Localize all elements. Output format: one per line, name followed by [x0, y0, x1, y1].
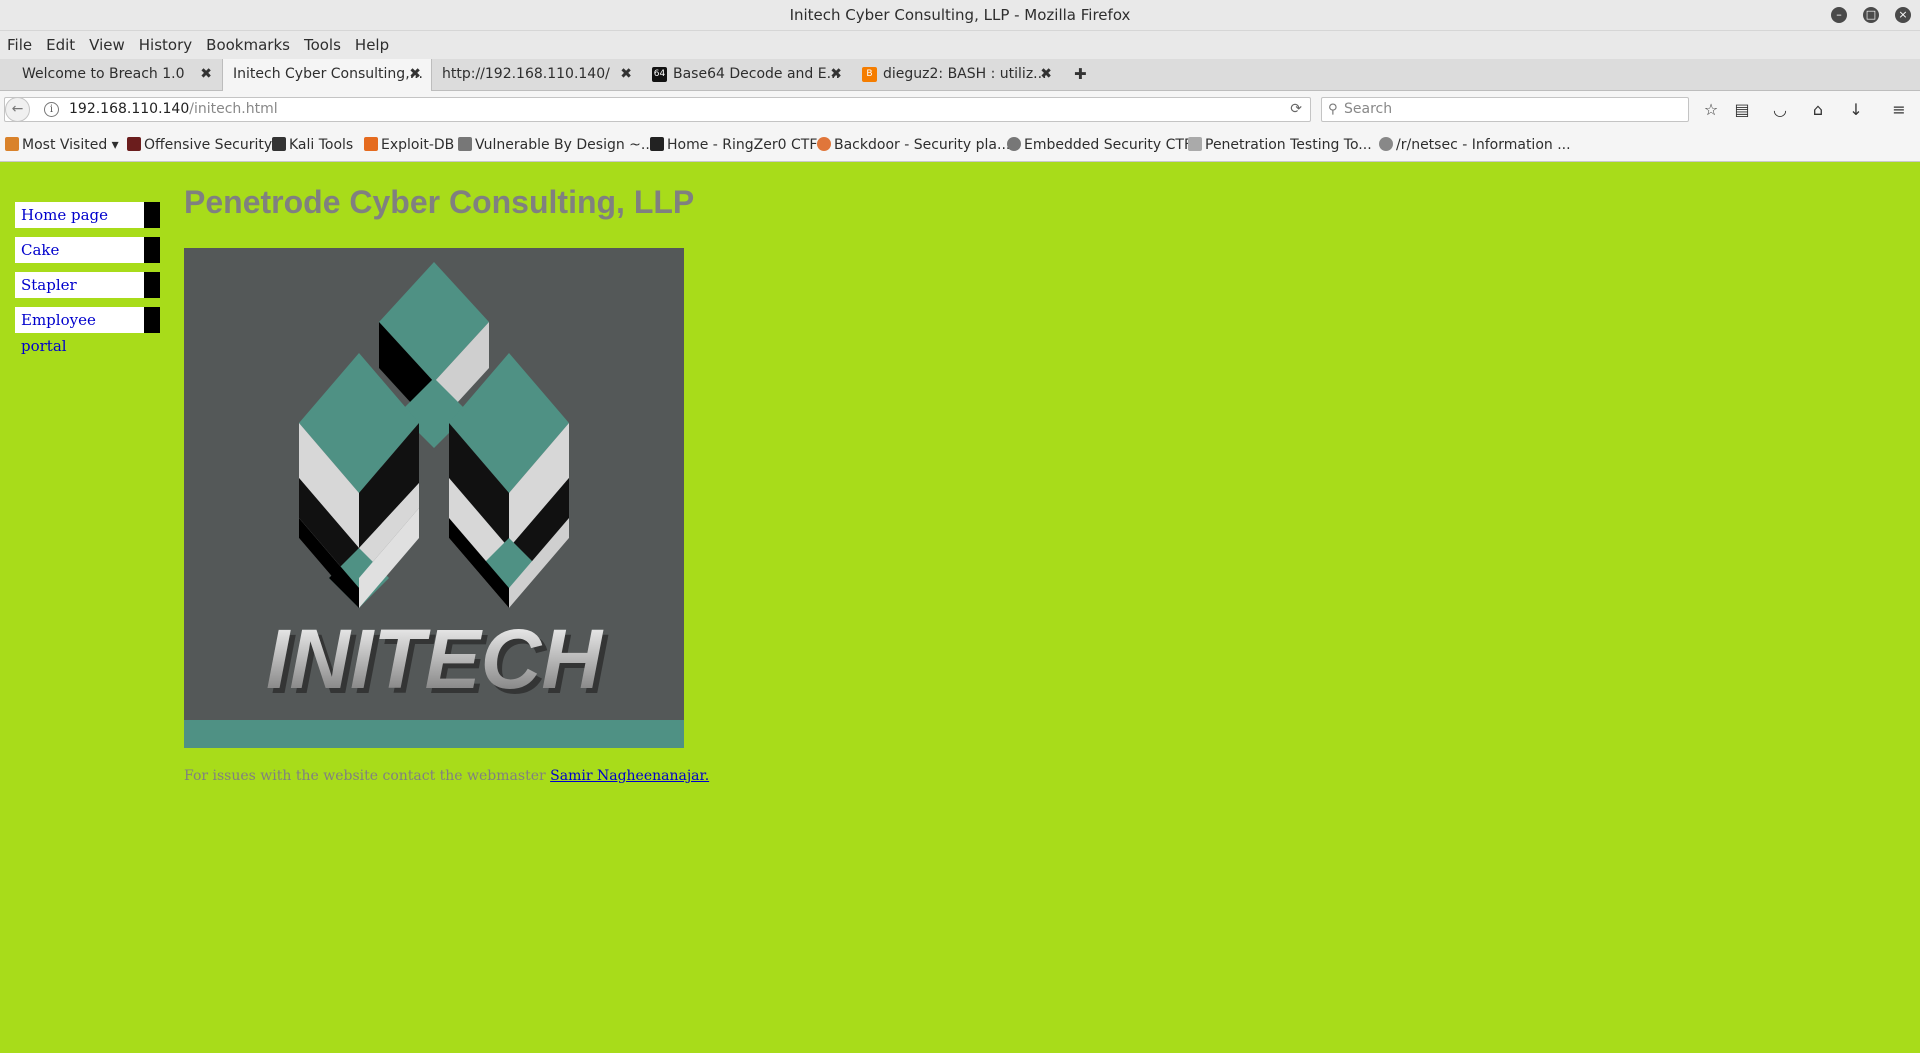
menu-bookmarks[interactable]: Bookmarks	[206, 31, 290, 59]
bookmark-ringzer0[interactable]: Home - RingZer0 CTF	[650, 129, 817, 161]
bookmark-kali-tools[interactable]: Kali Tools	[272, 129, 353, 161]
backdoor-icon	[817, 137, 831, 151]
exploitdb-icon	[364, 137, 378, 151]
close-tab-icon[interactable]: ✖	[200, 59, 212, 90]
url-bar[interactable]: ← i 192.168.110.140/initech.html ⟳	[4, 97, 1311, 122]
navigation-bar: ← i 192.168.110.140/initech.html ⟳ ⚲ Sea…	[0, 91, 1920, 129]
bookmark-star-icon[interactable]: ☆	[1698, 97, 1724, 123]
window-title: Initech Cyber Consulting, LLP - Mozilla …	[789, 6, 1131, 24]
search-input[interactable]: ⚲ Search	[1321, 97, 1689, 122]
url-host: 192.168.110.140	[69, 101, 190, 117]
pocket-icon[interactable]: ◡	[1767, 97, 1793, 123]
menu-file[interactable]: File	[7, 31, 32, 59]
home-icon[interactable]: ⌂	[1805, 97, 1831, 123]
bookmark-label: Penetration Testing To...	[1205, 137, 1372, 153]
bookmarks-toolbar: Most Visited ▾ Offensive Security Kali T…	[0, 129, 1920, 162]
close-tab-icon[interactable]: ✖	[409, 59, 421, 90]
tab-label: dieguz2: BASH : utiliz...	[883, 66, 1047, 82]
tab-label: Initech Cyber Consulting,...	[233, 66, 423, 82]
pentest-icon	[1188, 137, 1202, 151]
logo-text: INITECH	[266, 612, 604, 706]
bookmark-offensive-security[interactable]: Offensive Security	[127, 129, 272, 161]
bookmark-label: Offensive Security	[144, 137, 273, 153]
close-tab-icon[interactable]: ✖	[830, 59, 842, 90]
maximize-icon[interactable]: □	[1863, 7, 1879, 23]
nav-link-cake[interactable]: Cake	[15, 237, 160, 263]
folder-icon	[5, 137, 19, 151]
page-content: Home page Cake Stapler Employee portal P…	[0, 162, 1920, 1053]
info-icon[interactable]: i	[44, 102, 59, 117]
search-placeholder: Search	[1344, 101, 1393, 117]
tab-ip-address[interactable]: http://192.168.110.140/ ✖	[432, 59, 642, 90]
new-tab-icon[interactable]: ✚	[1074, 59, 1087, 90]
hamburger-menu-icon[interactable]: ≡	[1886, 97, 1912, 123]
tab-welcome-breach[interactable]: Welcome to Breach 1.0 ✖	[12, 59, 222, 90]
footer: For issues with the website contact the …	[184, 768, 709, 784]
reading-list-icon[interactable]: ▤	[1729, 97, 1755, 123]
search-icon: ⚲	[1328, 102, 1338, 117]
bookmark-embedded-security[interactable]: Embedded Security CTF	[1007, 129, 1192, 161]
bookmark-reddit-netsec[interactable]: /r/netsec - Information ...	[1379, 129, 1571, 161]
bookmark-most-visited[interactable]: Most Visited ▾	[5, 129, 119, 161]
menu-edit[interactable]: Edit	[46, 31, 75, 59]
url-path: /initech.html	[189, 101, 278, 117]
window-titlebar: Initech Cyber Consulting, LLP - Mozilla …	[0, 0, 1920, 31]
bookmark-backdoor[interactable]: Backdoor - Security pla...	[817, 129, 1010, 161]
menu-bar: File Edit View History Bookmarks Tools Help	[0, 31, 1920, 59]
nav-link-label: Cake	[21, 241, 60, 259]
reload-icon[interactable]: ⟳	[1290, 98, 1302, 121]
webmaster-link[interactable]: Samir Nagheenanajar.	[550, 768, 709, 784]
close-tab-icon[interactable]: ✖	[1040, 59, 1052, 90]
tab-strip: Welcome to Breach 1.0 ✖ Initech Cyber Co…	[0, 59, 1920, 91]
vulnhub-icon	[458, 137, 472, 151]
page-heading: Penetrode Cyber Consulting, LLP	[184, 184, 695, 220]
bookmark-label: Embedded Security CTF	[1024, 137, 1193, 153]
menu-tools[interactable]: Tools	[304, 31, 341, 59]
back-arrow-icon[interactable]: ←	[5, 97, 30, 122]
menu-history[interactable]: History	[139, 31, 192, 59]
offsec-icon	[127, 137, 141, 151]
tab-initech[interactable]: Initech Cyber Consulting,... ✖	[222, 59, 432, 91]
initech-logo: INITECH INITECH	[184, 248, 684, 748]
download-icon[interactable]: ↓	[1843, 97, 1869, 123]
tab-label: http://192.168.110.140/	[442, 66, 610, 82]
nav-link-home-page[interactable]: Home page	[15, 202, 160, 228]
menu-help[interactable]: Help	[355, 31, 389, 59]
tab-base64[interactable]: 64 Base64 Decode and E... ✖	[642, 59, 852, 90]
base64-favicon-icon: 64	[652, 67, 667, 82]
close-tab-icon[interactable]: ✖	[620, 59, 632, 90]
side-navigation: Home page Cake Stapler Employee portal	[15, 202, 160, 355]
bookmark-label: Exploit-DB	[381, 137, 455, 153]
bookmark-exploit-db[interactable]: Exploit-DB	[364, 129, 454, 161]
ringzer0-icon	[650, 137, 664, 151]
bookmark-label: Home - RingZer0 CTF	[667, 137, 818, 153]
tab-dieguz2[interactable]: B dieguz2: BASH : utiliz... ✖	[852, 59, 1062, 90]
nav-link-label: Employee portal	[21, 311, 96, 355]
bookmark-label: /r/netsec - Information ...	[1396, 137, 1571, 153]
close-window-icon[interactable]: ×	[1895, 7, 1911, 23]
bookmark-label: Kali Tools	[289, 137, 354, 153]
nav-link-stapler[interactable]: Stapler	[15, 272, 160, 298]
bookmark-label: Most Visited ▾	[22, 137, 119, 153]
bookmark-label: Backdoor - Security pla...	[834, 137, 1011, 153]
menu-view[interactable]: View	[89, 31, 125, 59]
bookmark-label: Vulnerable By Design ~...	[475, 137, 655, 153]
nav-link-label: Stapler	[21, 276, 77, 294]
tab-label: Welcome to Breach 1.0	[22, 66, 185, 82]
minimize-icon[interactable]: –	[1831, 7, 1847, 23]
blogger-favicon-icon: B	[862, 67, 877, 82]
globe-icon	[1007, 137, 1021, 151]
bookmark-penetration-testing[interactable]: Penetration Testing To...	[1188, 129, 1372, 161]
tab-label: Base64 Decode and E...	[673, 66, 840, 82]
bookmark-vulnhub[interactable]: Vulnerable By Design ~...	[458, 129, 654, 161]
reddit-icon	[1379, 137, 1393, 151]
nav-link-employee-portal[interactable]: Employee portal	[15, 307, 160, 355]
url-text[interactable]: 192.168.110.140/initech.html	[69, 98, 278, 121]
kali-icon	[272, 137, 286, 151]
nav-link-label: Home page	[21, 206, 109, 224]
footer-text: For issues with the website contact the …	[184, 768, 546, 784]
